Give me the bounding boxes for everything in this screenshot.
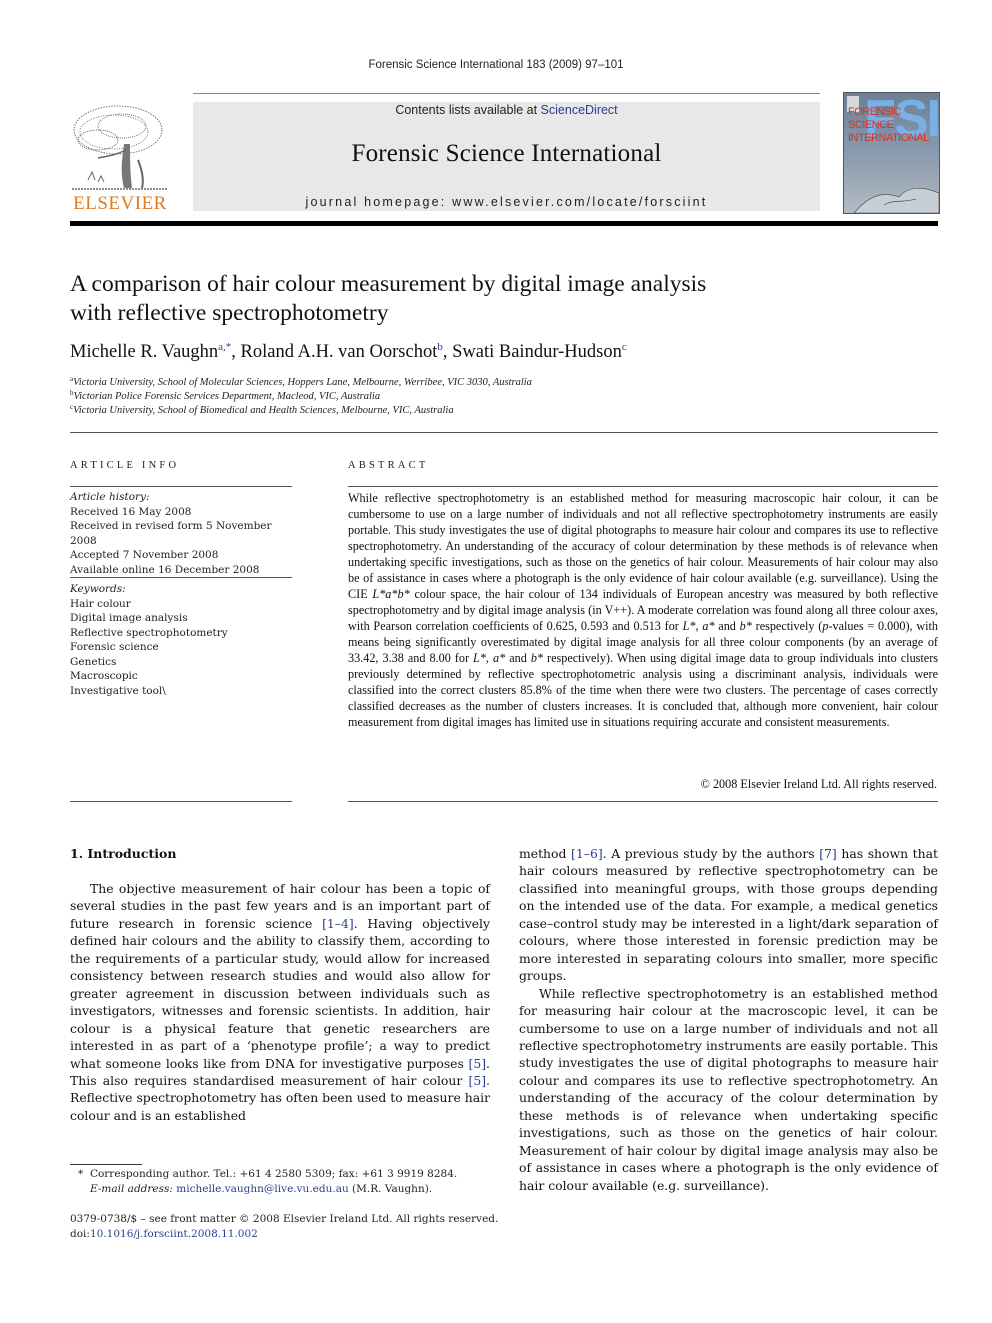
journal-homepage[interactable]: journal homepage: www.elsevier.com/locat… — [193, 195, 820, 209]
affiliation: cVictoria University, School of Biomedic… — [70, 403, 454, 416]
article-title-line: A comparison of hair colour measurement … — [70, 271, 707, 297]
keyword: Reflective spectrophotometry — [70, 626, 228, 639]
text-segment: . A previous study by the authors — [602, 846, 820, 861]
paragraph: method [1–6]. A previous study by the au… — [519, 845, 938, 985]
a-star: a* — [493, 651, 506, 665]
history-item: Received in revised form 5 November 2008 — [70, 520, 272, 547]
b-star: b* — [530, 651, 544, 665]
journal-name: Forensic Science International — [351, 140, 662, 167]
abstract-segment: , — [485, 651, 493, 665]
keyword: Forensic science — [70, 641, 159, 653]
front-matter-text: 0379-0738/$ – see front matter © 2008 El… — [70, 1213, 499, 1225]
abstract-segment: and — [714, 619, 740, 633]
author-separator: , — [231, 342, 241, 362]
doi-prefix: doi: — [70, 1227, 90, 1240]
sciencedirect-link[interactable]: ScienceDirect — [541, 103, 618, 117]
author-name: Michelle R. Vaughn — [70, 342, 219, 362]
lab-notation: L*a*b* — [372, 587, 410, 601]
affiliation-text: Victoria University, School of Molecular… — [73, 377, 532, 388]
affiliation-text: Victorian Police Forensic Services Depar… — [73, 391, 381, 402]
journal-cover-image: FSI FORENSIC SCIENCE INTERNATIONAL — [843, 92, 940, 214]
text-segment: method — [519, 846, 572, 861]
article-title-line: with reflective spectrophotometry — [70, 300, 389, 326]
article-info-rule — [70, 577, 292, 578]
author-separator: , — [442, 342, 453, 362]
keyword: Macroscopic — [70, 670, 138, 682]
text-segment: has shown that hair colours measured by … — [519, 846, 938, 984]
text-segment: . Having objectively defined hair colour… — [70, 915, 490, 1071]
doi-link[interactable]: 10.1016/j.forsciint.2008.11.002 — [90, 1228, 258, 1240]
keywords-label: Keywords: — [70, 583, 126, 595]
body-column-left: The objective measurement of hair colour… — [70, 880, 490, 1124]
keyword: Hair colour — [70, 597, 131, 610]
keywords: Keywords: Hair colour Digital image anal… — [70, 582, 295, 698]
citation-link[interactable]: [5] — [468, 1073, 486, 1088]
header-rule — [193, 93, 820, 94]
body-column-right: method [1–6]. A previous study by the au… — [519, 845, 938, 1194]
article-info-rule — [70, 486, 292, 487]
contents-prefix: Contents lists available at — [395, 103, 541, 117]
footnote-text: Corresponding author. Tel.: +61 4 2580 5… — [89, 1168, 458, 1180]
cover-title-line: FORENSIC — [848, 106, 901, 118]
citation-link[interactable]: [1–4] — [322, 916, 354, 931]
section-divider — [70, 432, 938, 433]
citation-link[interactable]: [7] — [819, 846, 837, 861]
l-star: L* — [682, 619, 696, 633]
section-heading-introduction: 1. Introduction — [70, 846, 177, 861]
article-history: Article history: Received 16 May 2008 Re… — [70, 490, 295, 577]
paragraph: The objective measurement of hair colour… — [70, 880, 490, 1124]
elsevier-wordmark: ELSEVIER — [73, 193, 167, 214]
abstract-segment: respectively ( — [751, 619, 823, 633]
history-item: Available online 16 December 2008 — [70, 563, 260, 576]
cover-illustration-icon — [853, 187, 939, 213]
b-star: b* — [739, 619, 752, 633]
article-title: A comparison of hair colour measurement … — [70, 270, 870, 328]
affiliation: bVictorian Police Forensic Services Depa… — [70, 389, 380, 402]
paragraph: While reflective spectrophotometry is an… — [519, 985, 938, 1193]
cover-title-line: INTERNATIONAL — [848, 132, 929, 144]
abstract-segment: and — [505, 651, 531, 665]
abstract-segment: While reflective spectrophotometry is an… — [348, 491, 938, 601]
corresponding-author-footnote: * Corresponding author. Tel.: +61 4 2580… — [78, 1167, 498, 1196]
email-label: E-mail address: — [90, 1182, 173, 1195]
keyword: Genetics — [70, 655, 117, 668]
history-item: Accepted 7 November 2008 — [70, 549, 219, 561]
contents-line: Contents lists available at ScienceDirec… — [193, 103, 820, 117]
citation-link[interactable]: [1–6] — [571, 846, 603, 861]
footnote-rule — [70, 1164, 142, 1165]
abstract-rule — [348, 486, 938, 487]
footnote-mark: * — [78, 1168, 84, 1180]
email-link[interactable]: michelle.vaughn@live.vu.edu.au — [176, 1183, 348, 1195]
author-name: Roland A.H. van Oorschot — [240, 342, 438, 362]
affiliation-text: Victoria University, School of Biomedica… — [73, 405, 454, 416]
keyword: Digital image analysis — [70, 612, 188, 624]
cover-title-line: SCIENCE — [848, 119, 894, 131]
a-star: a* — [702, 619, 715, 633]
affiliation: aVictoria University, School of Molecula… — [70, 375, 532, 388]
citation-link[interactable]: [5] — [468, 1056, 486, 1071]
running-head: Forensic Science International 183 (2009… — [368, 59, 624, 71]
abstract-copyright: © 2008 Elsevier Ireland Ltd. All rights … — [700, 777, 937, 791]
abstract-heading: ABSTRACT — [348, 460, 429, 471]
history-item: Received 16 May 2008 — [70, 505, 192, 518]
author-affiliation-mark[interactable]: a,* — [218, 341, 231, 353]
article-info-heading: ARTICLE INFO — [70, 460, 180, 471]
author-affiliation-mark[interactable]: c — [622, 341, 627, 353]
article-history-label: Article history: — [70, 491, 150, 503]
abstract-text: While reflective spectrophotometry is an… — [348, 490, 938, 730]
article-info-rule — [70, 801, 292, 802]
l-star: L* — [473, 651, 486, 665]
keyword: Investigative tool\ — [70, 684, 166, 697]
masthead-thick-rule — [70, 221, 938, 226]
front-matter-note: 0379-0738/$ – see front matter © 2008 El… — [70, 1212, 500, 1241]
author-name: Swati Baindur-Hudson — [452, 342, 622, 362]
abstract-rule — [348, 801, 938, 802]
author-list: Michelle R. Vaughna,*, Roland A.H. van O… — [70, 341, 627, 363]
footnote-text: (M.R. Vaughn). — [348, 1182, 433, 1195]
